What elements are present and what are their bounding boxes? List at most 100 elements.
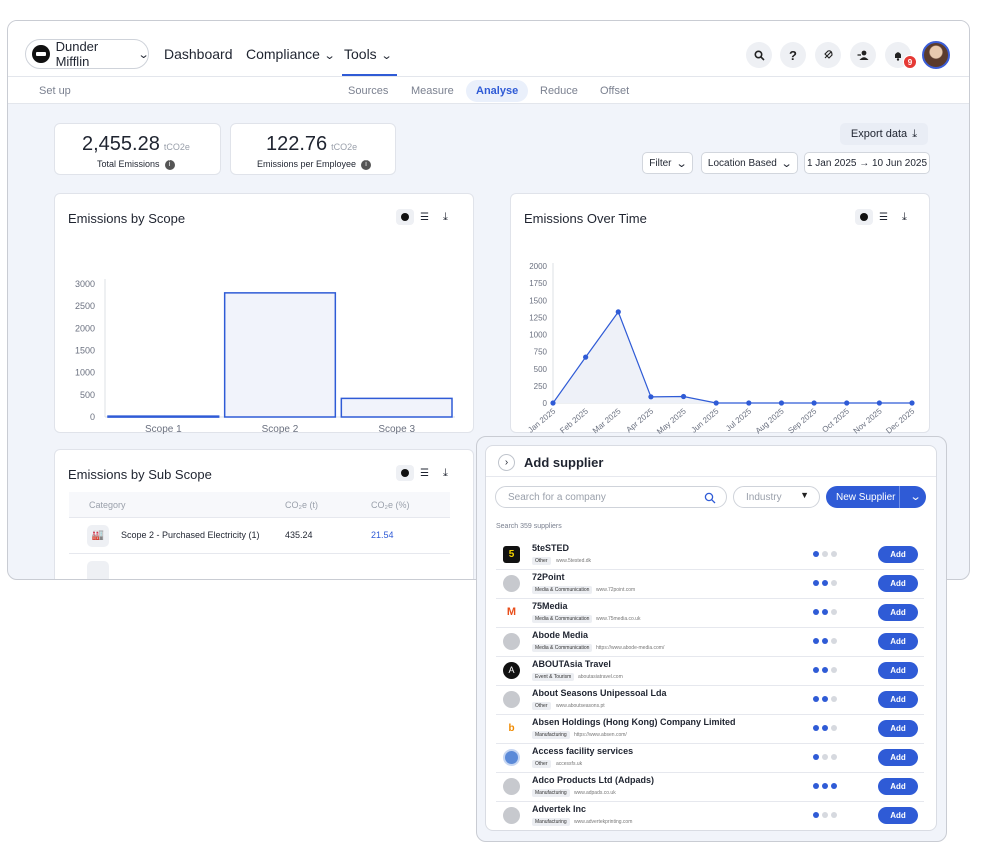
- industry-tag: Manufacturing: [532, 789, 570, 797]
- supplier-row[interactable]: Abode Media Media & Communication https://…: [496, 628, 924, 657]
- search-icon[interactable]: [746, 42, 772, 68]
- rocket-icon[interactable]: [815, 42, 841, 68]
- subnav-offset[interactable]: Offset: [600, 85, 629, 97]
- info-icon[interactable]: i: [164, 159, 175, 170]
- rating-indicator: [813, 725, 837, 731]
- pie-chart-icon[interactable]: [396, 209, 414, 225]
- supplier-count: Search 359 suppliers: [496, 523, 562, 530]
- x-tick-label: Scope 2: [262, 424, 299, 434]
- row-category: Scope 2 - Purchased Electricity (1): [121, 530, 260, 540]
- y-tick-label: 2000: [529, 262, 547, 271]
- avatar[interactable]: [922, 41, 950, 69]
- list-icon[interactable]: ☰: [420, 468, 429, 479]
- x-tick-label: Sep 2025: [786, 406, 818, 434]
- kpi-emissions-per-employee: 122.76 tCO2e Emissions per Employee i: [230, 123, 396, 175]
- subnav-setup[interactable]: Set up: [39, 85, 71, 97]
- supplier-url: www.adpads.co.uk: [574, 790, 616, 796]
- nav-tools[interactable]: Tools ⌄: [342, 46, 397, 76]
- add-supplier-button[interactable]: Add: [878, 546, 918, 563]
- new-supplier-button[interactable]: New Supplier ⌄: [826, 486, 926, 508]
- download-icon[interactable]: ⤓: [443, 467, 448, 480]
- date-range-picker[interactable]: 1 Jan 2025 → 10 Jun 2025: [804, 152, 930, 174]
- rating-dot: [822, 812, 828, 818]
- org-switcher-button[interactable]: Dunder Mifflin ⌄: [25, 39, 149, 69]
- data-point: [811, 400, 817, 406]
- kpi-total-value-wrap: 2,455.28 tCO2e: [82, 133, 190, 156]
- filter-dropdown[interactable]: Filter ⌄: [642, 152, 693, 174]
- table-row[interactable]: [69, 554, 450, 579]
- supplier-row[interactable]: 72Point Media & Communication www.72point.…: [496, 570, 924, 599]
- card-title: Emissions Over Time: [524, 211, 647, 226]
- add-supplier-button[interactable]: Add: [878, 662, 918, 679]
- supplier-row[interactable]: b Absen Holdings (Hong Kong) Company Limi…: [496, 715, 924, 744]
- supplier-logo-icon: 5: [503, 546, 520, 563]
- supplier-row[interactable]: A ABOUTAsia Travel Event & Tourism aboutasi…: [496, 657, 924, 686]
- kpi-total-value: 2,455.28: [82, 133, 160, 155]
- add-supplier-button[interactable]: Add: [878, 720, 918, 737]
- supplier-row[interactable]: Adco Products Ltd (Adpads) Manufacturing w…: [496, 773, 924, 802]
- supplier-row[interactable]: M 75Media Media & Communication www.75media…: [496, 599, 924, 628]
- supplier-url: www.72point.com: [596, 587, 636, 593]
- list-icon[interactable]: ☰: [879, 212, 888, 223]
- chevron-down-icon: ⌄: [137, 48, 150, 61]
- add-supplier-button[interactable]: Add: [878, 807, 918, 824]
- add-supplier-button[interactable]: Add: [878, 749, 918, 766]
- nav-tools-label: Tools: [344, 46, 377, 62]
- industry-tag: Manufacturing: [532, 818, 570, 826]
- add-supplier-button[interactable]: Add: [878, 691, 918, 708]
- supplier-row[interactable]: Access facility services Other accessfs.uk…: [496, 744, 924, 773]
- nav-compliance[interactable]: Compliance ⌄: [246, 46, 336, 62]
- add-supplier-button[interactable]: Add: [878, 604, 918, 621]
- subnav-reduce[interactable]: Reduce: [540, 85, 578, 97]
- pie-chart-icon[interactable]: [396, 465, 414, 481]
- rating-dot: [813, 725, 819, 731]
- rating-indicator: [813, 667, 837, 673]
- x-tick-label: Feb 2025: [558, 406, 590, 434]
- split-divider: [899, 486, 900, 508]
- supplier-logo-icon: [503, 807, 520, 824]
- supplier-row[interactable]: 5 5teSTED Other www.5tested.dk Add: [496, 541, 924, 570]
- rating-dot: [831, 754, 837, 760]
- export-data-button[interactable]: Export data ⤓: [840, 123, 928, 145]
- rating-indicator: [813, 638, 837, 644]
- nav-dashboard[interactable]: Dashboard: [164, 46, 233, 62]
- card-title: Emissions by Sub Scope: [68, 467, 212, 482]
- supplier-logo-icon: A: [503, 662, 520, 679]
- y-tick-label: 3000: [75, 279, 95, 289]
- table-row[interactable]: 🏭 Scope 2 - Purchased Electricity (1) 43…: [69, 518, 450, 554]
- subnav-sources[interactable]: Sources: [348, 85, 388, 97]
- rating-dot: [831, 725, 837, 731]
- supplier-row[interactable]: Advertek Inc Manufacturing www.advertekpri…: [496, 802, 924, 830]
- supplier-search-input[interactable]: Search for a company: [495, 486, 727, 508]
- industry-tag: Media & Communication: [532, 615, 593, 623]
- chevron-right-icon[interactable]: ›: [498, 454, 515, 471]
- supplier-row[interactable]: About Seasons Unipessoal Lda Other www.abo…: [496, 686, 924, 715]
- help-icon[interactable]: ?: [780, 42, 806, 68]
- subnav-measure[interactable]: Measure: [411, 85, 454, 97]
- add-user-icon[interactable]: [850, 42, 876, 68]
- add-supplier-button[interactable]: Add: [878, 778, 918, 795]
- list-icon[interactable]: ☰: [420, 212, 429, 223]
- location-based-dropdown[interactable]: Location Based ⌄: [701, 152, 798, 174]
- add-supplier-button[interactable]: Add: [878, 633, 918, 650]
- chevron-down-icon[interactable]: ⌄: [910, 490, 922, 503]
- industry-tag: Manufacturing: [532, 731, 570, 739]
- notification-badge: 9: [903, 55, 917, 69]
- download-icon[interactable]: ⤓: [443, 211, 448, 224]
- pie-chart-icon[interactable]: [855, 209, 873, 225]
- subnav-analyse[interactable]: Analyse: [466, 80, 529, 102]
- info-icon[interactable]: i: [361, 159, 372, 170]
- y-tick-label: 0: [543, 399, 548, 408]
- supplier-name: About Seasons Unipessoal Lda: [532, 688, 667, 698]
- rating-indicator: [813, 812, 837, 818]
- industry-select[interactable]: Industry ▼: [733, 486, 820, 508]
- rating-indicator: [813, 580, 837, 586]
- add-supplier-button[interactable]: Add: [878, 575, 918, 592]
- download-icon[interactable]: ⤓: [902, 211, 907, 224]
- supplier-name: Advertek Inc: [532, 804, 587, 814]
- industry-tag: Other: [532, 702, 551, 710]
- data-point: [746, 400, 752, 406]
- export-label: Export data: [850, 128, 908, 140]
- rating-dot: [831, 696, 837, 702]
- supplier-logo-icon: [503, 691, 520, 708]
